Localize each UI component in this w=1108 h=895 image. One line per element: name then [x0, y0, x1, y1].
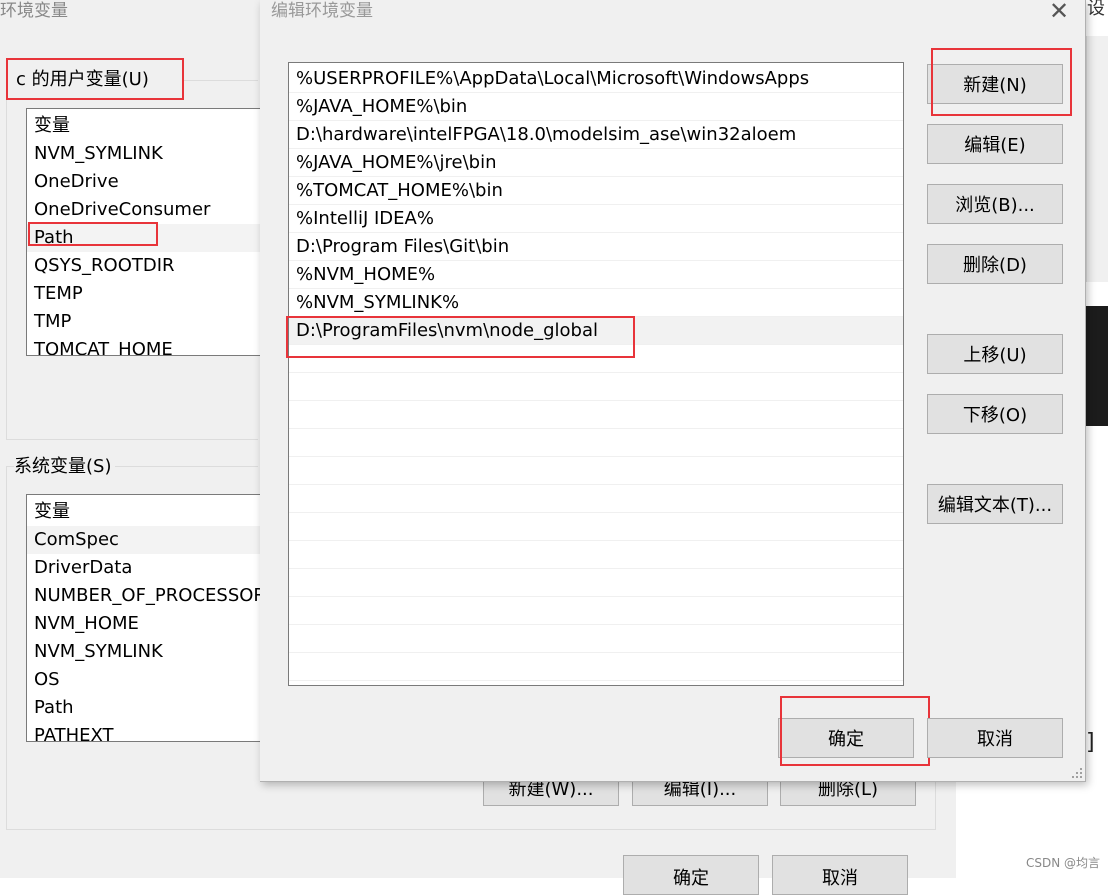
empty-row[interactable]: [289, 429, 903, 457]
list-item[interactable]: TEMP: [27, 280, 266, 308]
new-path-highlight: [286, 316, 635, 358]
right-bracket: ]: [1086, 730, 1095, 755]
edit-text-button[interactable]: 编辑文本(T)...: [927, 484, 1063, 524]
path-item[interactable]: %TOMCAT_HOME%\bin: [289, 177, 903, 205]
empty-row[interactable]: [289, 569, 903, 597]
empty-row[interactable]: [289, 401, 903, 429]
move-up-button[interactable]: 上移(U): [927, 334, 1063, 374]
window-title: 环境变量: [0, 1, 68, 21]
list-item[interactable]: NVM_HOME: [27, 610, 266, 638]
empty-row[interactable]: [289, 653, 903, 681]
empty-row[interactable]: [289, 513, 903, 541]
path-item[interactable]: %JAVA_HOME%\bin: [289, 93, 903, 121]
path-item[interactable]: %NVM_HOME%: [289, 261, 903, 289]
right-window-title-fragment: 设: [1087, 0, 1105, 19]
list-item[interactable]: NUMBER_OF_PROCESSORS: [27, 582, 266, 610]
resize-grip-icon[interactable]: [1071, 767, 1083, 779]
right-panel-top: [1086, 36, 1108, 282]
ok-button-highlight: [780, 696, 930, 766]
edit-button[interactable]: 编辑(E): [927, 124, 1063, 164]
cancel-button[interactable]: 取消: [927, 718, 1063, 758]
watermark: CSDN @均言: [1026, 856, 1101, 870]
browse-button[interactable]: 浏览(B)...: [927, 184, 1063, 224]
empty-row[interactable]: [289, 457, 903, 485]
empty-row[interactable]: [289, 541, 903, 569]
path-item[interactable]: %USERPROFILE%\AppData\Local\Microsoft\Wi…: [289, 65, 903, 93]
path-item[interactable]: %IntelliJ IDEA%: [289, 205, 903, 233]
system-vars-label: 系统变量(S): [14, 455, 116, 479]
edit-env-var-dialog: 编辑环境变量 ✕ %USERPROFILE%\AppData\Local\Mic…: [260, 0, 1086, 782]
close-icon[interactable]: ✕: [1047, 0, 1071, 24]
path-item[interactable]: D:\Program Files\Git\bin: [289, 233, 903, 261]
path-item[interactable]: %NVM_SYMLINK%: [289, 289, 903, 317]
delete-button[interactable]: 删除(D): [927, 244, 1063, 284]
empty-row[interactable]: [289, 373, 903, 401]
dialog-title: 编辑环境变量: [271, 1, 373, 21]
list-header[interactable]: 变量: [27, 112, 266, 140]
list-item-selected[interactable]: ComSpec: [27, 526, 266, 554]
empty-row[interactable]: [289, 625, 903, 653]
empty-row[interactable]: [289, 485, 903, 513]
path-item-highlight: [28, 222, 158, 246]
list-item[interactable]: OneDriveConsumer: [27, 196, 266, 224]
system-vars-list[interactable]: 变量 ComSpec DriverData NUMBER_OF_PROCESSO…: [26, 494, 266, 742]
move-down-button[interactable]: 下移(O): [927, 394, 1063, 434]
new-button-highlight: [931, 48, 1072, 116]
env-ok-button[interactable]: 确定: [623, 855, 759, 895]
user-vars-label-text: c 的用户变量(U): [16, 69, 149, 90]
list-item[interactable]: OneDrive: [27, 168, 266, 196]
list-item[interactable]: Path: [27, 694, 266, 722]
list-header[interactable]: 变量: [27, 498, 266, 526]
list-item[interactable]: NVM_SYMLINK: [27, 638, 266, 666]
list-item[interactable]: OS: [27, 666, 266, 694]
list-item[interactable]: TOMCAT_HOME: [27, 336, 266, 355]
list-item[interactable]: PATHEXT: [27, 722, 266, 741]
right-dark-block: [1084, 306, 1108, 426]
path-item[interactable]: %JAVA_HOME%\jre\bin: [289, 149, 903, 177]
list-item[interactable]: TMP: [27, 308, 266, 336]
path-list[interactable]: %USERPROFILE%\AppData\Local\Microsoft\Wi…: [288, 62, 904, 686]
path-item[interactable]: D:\hardware\intelFPGA\18.0\modelsim_ase\…: [289, 121, 903, 149]
empty-row[interactable]: [289, 597, 903, 625]
list-item[interactable]: QSYS_ROOTDIR: [27, 252, 266, 280]
list-item[interactable]: NVM_SYMLINK: [27, 140, 266, 168]
list-item[interactable]: DriverData: [27, 554, 266, 582]
env-cancel-button[interactable]: 取消: [772, 855, 908, 895]
